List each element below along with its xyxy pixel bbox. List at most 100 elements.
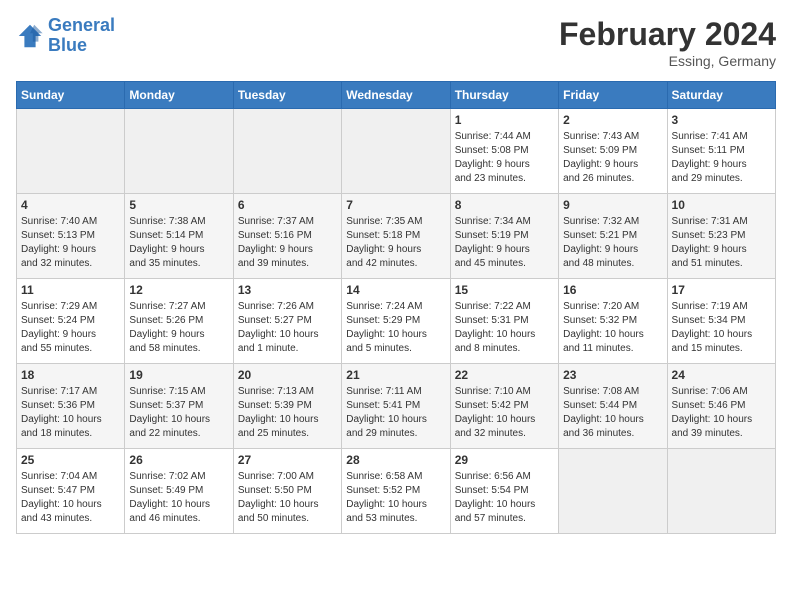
day-number: 18 (21, 368, 120, 382)
day-number: 4 (21, 198, 120, 212)
calendar-cell: 24 Sunrise: 7:06 AM Sunset: 5:46 PM Dayli… (667, 364, 775, 449)
logo-text: General Blue (48, 16, 115, 56)
calendar-cell: 29 Sunrise: 6:56 AM Sunset: 5:54 PM Dayli… (450, 449, 558, 534)
calendar-cell: 1 Sunrise: 7:44 AM Sunset: 5:08 PM Daylig… (450, 109, 558, 194)
day-number: 13 (238, 283, 337, 297)
calendar-cell (17, 109, 125, 194)
weekday-header-monday: Monday (125, 82, 233, 109)
weekday-header-tuesday: Tuesday (233, 82, 341, 109)
calendar-cell: 20Sunrise: 7:13 AM Sunset: 5:39 PM Dayli… (233, 364, 341, 449)
day-info: Sunrise: 7:26 AM Sunset: 5:27 PM Dayligh… (238, 300, 337, 356)
day-number: 19 (129, 368, 228, 382)
calendar-cell (667, 449, 775, 534)
day-number: 5 (129, 198, 228, 212)
weekday-header-thursday: Thursday (450, 82, 558, 109)
day-number: 1 (455, 113, 554, 127)
day-info: Sunrise: 7:11 AM Sunset: 5:41 PM Dayligh… (346, 385, 445, 441)
day-info: Sunrise: 7:41 AM Sunset: 5:11 PM Dayligh… (672, 130, 771, 186)
weekday-header-wednesday: Wednesday (342, 82, 450, 109)
day-number: 29 (455, 453, 554, 467)
day-info: Sunrise: 7:24 AM Sunset: 5:29 PM Dayligh… (346, 300, 445, 356)
day-number: 25 (21, 453, 120, 467)
day-number: 2 (563, 113, 662, 127)
day-number: 9 (563, 198, 662, 212)
day-info: Sunrise: 7:32 AM Sunset: 5:21 PM Dayligh… (563, 215, 662, 271)
calendar-cell (125, 109, 233, 194)
day-info: Sunrise: 7:35 AM Sunset: 5:18 PM Dayligh… (346, 215, 445, 271)
calendar-cell: 25 Sunrise: 7:04 AM Sunset: 5:47 PM Dayli… (17, 449, 125, 534)
calendar-cell: 5 Sunrise: 7:38 AM Sunset: 5:14 PM Daylig… (125, 194, 233, 279)
day-number: 11 (21, 283, 120, 297)
day-number: 23 (563, 368, 662, 382)
day-number: 7 (346, 198, 445, 212)
day-number: 20 (238, 368, 337, 382)
day-number: 3 (672, 113, 771, 127)
day-number: 26 (129, 453, 228, 467)
calendar-cell: 10 Sunrise: 7:31 AM Sunset: 5:23 PM Dayli… (667, 194, 775, 279)
day-number: 27 (238, 453, 337, 467)
calendar-cell: 26 Sunrise: 7:02 AM Sunset: 5:49 PM Dayli… (125, 449, 233, 534)
day-info: Sunrise: 7:15 AM Sunset: 5:37 PM Dayligh… (129, 385, 228, 441)
day-info: Sunrise: 7:37 AM Sunset: 5:16 PM Dayligh… (238, 215, 337, 271)
page-header: General Blue February 2024 Essing, Germa… (16, 16, 776, 69)
calendar-cell: 2 Sunrise: 7:43 AM Sunset: 5:09 PM Daylig… (559, 109, 667, 194)
day-info: Sunrise: 7:04 AM Sunset: 5:47 PM Dayligh… (21, 470, 120, 526)
day-info: Sunrise: 7:02 AM Sunset: 5:49 PM Dayligh… (129, 470, 228, 526)
calendar-cell (233, 109, 341, 194)
day-info: Sunrise: 7:34 AM Sunset: 5:19 PM Dayligh… (455, 215, 554, 271)
logo-icon (16, 22, 44, 50)
day-info: Sunrise: 7:00 AM Sunset: 5:50 PM Dayligh… (238, 470, 337, 526)
title-area: February 2024 Essing, Germany (559, 16, 776, 69)
weekday-header-sunday: Sunday (17, 82, 125, 109)
month-year-title: February 2024 (559, 16, 776, 53)
day-info: Sunrise: 6:58 AM Sunset: 5:52 PM Dayligh… (346, 470, 445, 526)
day-info: Sunrise: 7:06 AM Sunset: 5:46 PM Dayligh… (672, 385, 771, 441)
calendar-table: SundayMondayTuesdayWednesdayThursdayFrid… (16, 81, 776, 534)
day-info: Sunrise: 7:19 AM Sunset: 5:34 PM Dayligh… (672, 300, 771, 356)
calendar-cell: 12Sunrise: 7:27 AM Sunset: 5:26 PM Dayli… (125, 279, 233, 364)
day-info: Sunrise: 7:44 AM Sunset: 5:08 PM Dayligh… (455, 130, 554, 186)
calendar-cell: 6 Sunrise: 7:37 AM Sunset: 5:16 PM Daylig… (233, 194, 341, 279)
day-info: Sunrise: 7:31 AM Sunset: 5:23 PM Dayligh… (672, 215, 771, 271)
calendar-cell (559, 449, 667, 534)
weekday-header-saturday: Saturday (667, 82, 775, 109)
day-number: 28 (346, 453, 445, 467)
day-info: Sunrise: 7:17 AM Sunset: 5:36 PM Dayligh… (21, 385, 120, 441)
day-number: 17 (672, 283, 771, 297)
day-info: Sunrise: 7:08 AM Sunset: 5:44 PM Dayligh… (563, 385, 662, 441)
calendar-cell: 23 Sunrise: 7:08 AM Sunset: 5:44 PM Dayli… (559, 364, 667, 449)
calendar-cell: 16 Sunrise: 7:20 AM Sunset: 5:32 PM Dayli… (559, 279, 667, 364)
day-info: Sunrise: 6:56 AM Sunset: 5:54 PM Dayligh… (455, 470, 554, 526)
day-number: 22 (455, 368, 554, 382)
calendar-cell: 14 Sunrise: 7:24 AM Sunset: 5:29 PM Dayli… (342, 279, 450, 364)
day-info: Sunrise: 7:22 AM Sunset: 5:31 PM Dayligh… (455, 300, 554, 356)
day-number: 16 (563, 283, 662, 297)
day-number: 8 (455, 198, 554, 212)
day-number: 15 (455, 283, 554, 297)
calendar-cell: 9 Sunrise: 7:32 AM Sunset: 5:21 PM Daylig… (559, 194, 667, 279)
day-info: Sunrise: 7:29 AM Sunset: 5:24 PM Dayligh… (21, 300, 120, 356)
calendar-cell: 8 Sunrise: 7:34 AM Sunset: 5:19 PM Daylig… (450, 194, 558, 279)
calendar-cell: 7 Sunrise: 7:35 AM Sunset: 5:18 PM Daylig… (342, 194, 450, 279)
day-number: 6 (238, 198, 337, 212)
calendar-cell: 21Sunrise: 7:11 AM Sunset: 5:41 PM Dayli… (342, 364, 450, 449)
calendar-cell (342, 109, 450, 194)
calendar-cell: 17 Sunrise: 7:19 AM Sunset: 5:34 PM Dayli… (667, 279, 775, 364)
location-title: Essing, Germany (559, 53, 776, 69)
day-info: Sunrise: 7:38 AM Sunset: 5:14 PM Dayligh… (129, 215, 228, 271)
calendar-cell: 19 Sunrise: 7:15 AM Sunset: 5:37 PM Dayli… (125, 364, 233, 449)
calendar-cell: 28 Sunrise: 6:58 AM Sunset: 5:52 PM Dayli… (342, 449, 450, 534)
calendar-cell: 22 Sunrise: 7:10 AM Sunset: 5:42 PM Dayli… (450, 364, 558, 449)
day-info: Sunrise: 7:40 AM Sunset: 5:13 PM Dayligh… (21, 215, 120, 271)
calendar-cell: 4 Sunrise: 7:40 AM Sunset: 5:13 PM Daylig… (17, 194, 125, 279)
day-info: Sunrise: 7:43 AM Sunset: 5:09 PM Dayligh… (563, 130, 662, 186)
day-info: Sunrise: 7:20 AM Sunset: 5:32 PM Dayligh… (563, 300, 662, 356)
day-number: 10 (672, 198, 771, 212)
day-number: 24 (672, 368, 771, 382)
calendar-cell: 3 Sunrise: 7:41 AM Sunset: 5:11 PM Daylig… (667, 109, 775, 194)
calendar-cell: 15 Sunrise: 7:22 AM Sunset: 5:31 PM Dayli… (450, 279, 558, 364)
day-number: 14 (346, 283, 445, 297)
day-info: Sunrise: 7:10 AM Sunset: 5:42 PM Dayligh… (455, 385, 554, 441)
calendar-cell: 18 Sunrise: 7:17 AM Sunset: 5:36 PM Dayli… (17, 364, 125, 449)
calendar-cell: 13 Sunrise: 7:26 AM Sunset: 5:27 PM Dayli… (233, 279, 341, 364)
